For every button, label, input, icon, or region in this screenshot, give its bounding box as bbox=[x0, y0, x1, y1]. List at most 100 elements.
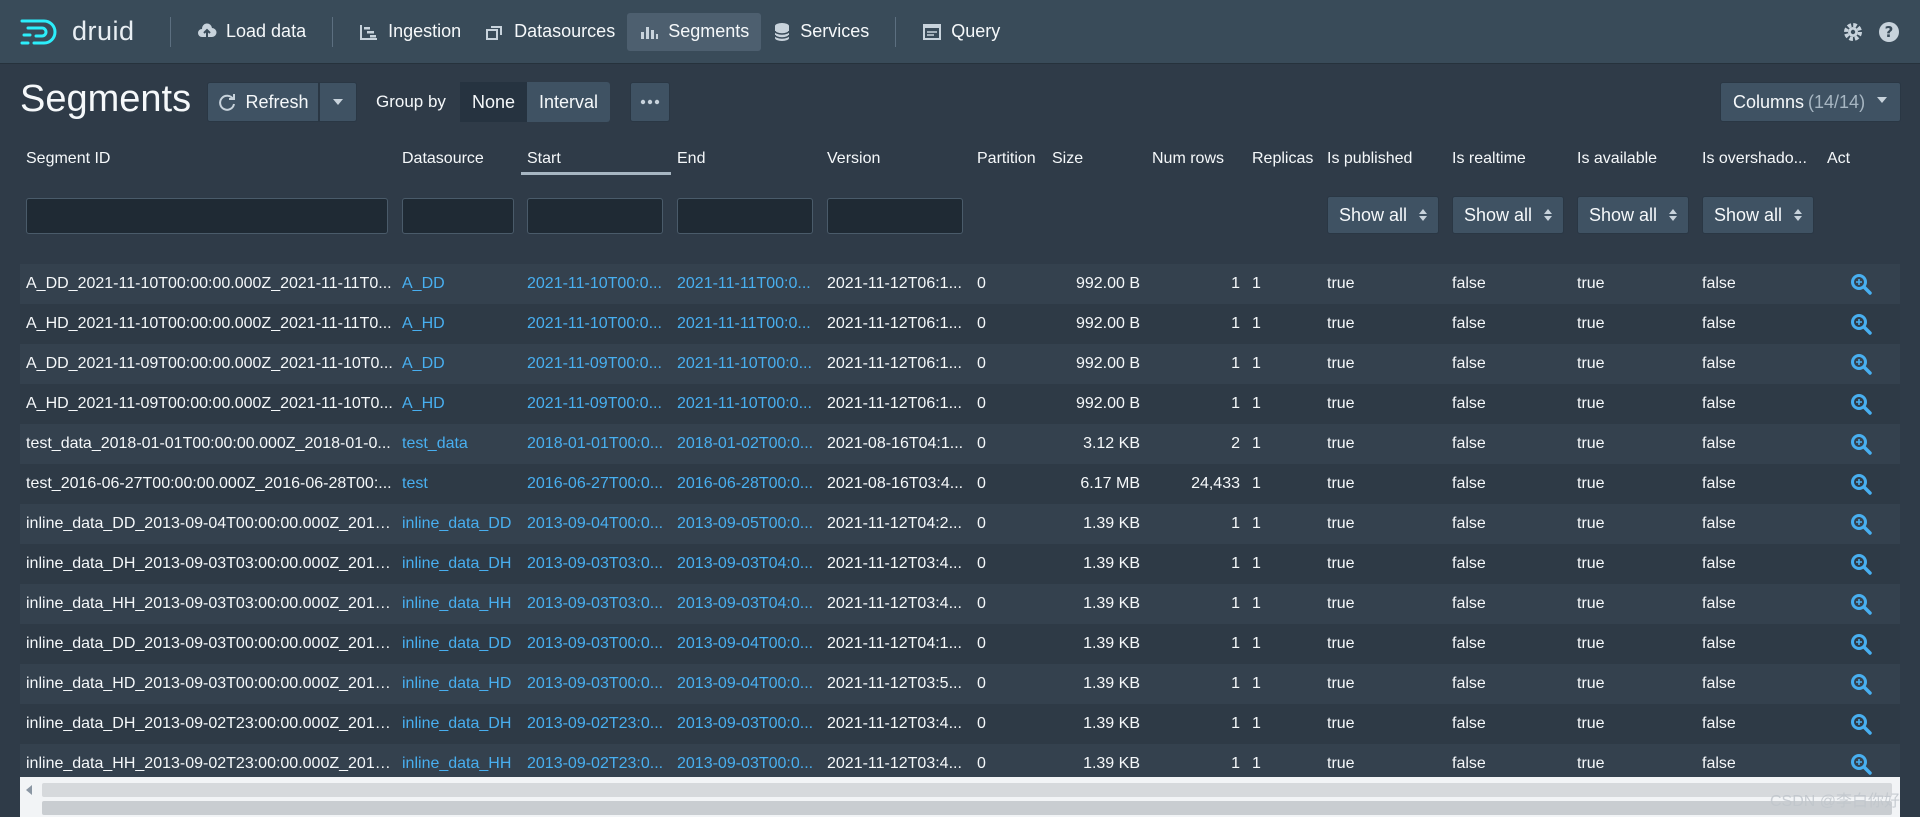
scrollbar-track[interactable] bbox=[42, 801, 1892, 815]
search-magnify-icon[interactable] bbox=[1850, 273, 1872, 295]
search-magnify-icon[interactable] bbox=[1850, 673, 1872, 695]
cell-start[interactable]: 2018-01-01T00:0... bbox=[521, 424, 671, 464]
cell-datasource[interactable]: A_DD bbox=[396, 264, 521, 304]
row-action-cell bbox=[1821, 464, 1900, 504]
cell-start[interactable]: 2021-11-10T00:0... bbox=[521, 264, 671, 304]
nav-datasources[interactable]: Datasources bbox=[473, 13, 627, 51]
search-magnify-icon[interactable] bbox=[1850, 633, 1872, 655]
cell-end[interactable]: 2018-01-02T00:0... bbox=[671, 424, 821, 464]
cell-start[interactable]: 2013-09-02T23:0... bbox=[521, 704, 671, 744]
cell-start[interactable]: 2021-11-09T00:0... bbox=[521, 384, 671, 424]
column-header-is-published[interactable]: Is published bbox=[1321, 140, 1446, 178]
cell-start[interactable]: 2013-09-03T00:0... bbox=[521, 624, 671, 664]
filter-select-is-realtime[interactable]: Show all bbox=[1452, 196, 1564, 234]
column-header-is-realtime[interactable]: Is realtime bbox=[1446, 140, 1571, 178]
cell-start[interactable]: 2021-11-09T00:0... bbox=[521, 344, 671, 384]
column-header-num-rows[interactable]: Num rows bbox=[1146, 140, 1246, 178]
cell-start[interactable]: 2016-06-27T00:0... bbox=[521, 464, 671, 504]
cell-end[interactable]: 2021-11-10T00:0... bbox=[671, 344, 821, 384]
cell-end[interactable]: 2021-11-11T00:0... bbox=[671, 264, 821, 304]
filter-select-is-overshadowed[interactable]: Show all bbox=[1702, 196, 1814, 234]
brand[interactable]: druid bbox=[20, 16, 156, 47]
nav-query[interactable]: Query bbox=[910, 13, 1012, 51]
cell-start[interactable]: 2013-09-02T23:0... bbox=[521, 744, 671, 777]
column-header-datasource[interactable]: Datasource bbox=[396, 140, 521, 178]
cell-end[interactable]: 2016-06-28T00:0... bbox=[671, 464, 821, 504]
column-header-segment-id[interactable]: Segment ID bbox=[20, 140, 396, 178]
column-header-is-available[interactable]: Is available bbox=[1571, 140, 1696, 178]
group-by-none[interactable]: None bbox=[460, 82, 528, 122]
refresh-button[interactable]: Refresh bbox=[207, 82, 319, 122]
cell-end[interactable]: 2021-11-11T00:0... bbox=[671, 304, 821, 344]
column-header-actions[interactable]: Act bbox=[1821, 140, 1900, 178]
filter-input-start[interactable] bbox=[527, 198, 663, 234]
search-magnify-icon[interactable] bbox=[1850, 313, 1872, 335]
scroll-left-arrow-icon[interactable] bbox=[26, 785, 32, 795]
cell-partition: 0 bbox=[977, 715, 986, 732]
nav-segments[interactable]: Segments bbox=[627, 12, 762, 51]
filter-select-is-available[interactable]: Show all bbox=[1577, 196, 1689, 234]
cell-end[interactable]: 2013-09-03T00:0... bbox=[671, 704, 821, 744]
nav-right-tools: ? bbox=[1842, 0, 1900, 64]
cell-datasource[interactable]: A_DD bbox=[396, 344, 521, 384]
column-header-start[interactable]: Start bbox=[521, 140, 671, 175]
search-magnify-icon[interactable] bbox=[1850, 353, 1872, 375]
cell-datasource[interactable]: inline_data_DH bbox=[396, 704, 521, 744]
help-icon[interactable]: ? bbox=[1878, 21, 1900, 43]
cell-end[interactable]: 2013-09-04T00:0... bbox=[671, 624, 821, 664]
search-magnify-icon[interactable] bbox=[1850, 553, 1872, 575]
cell-end[interactable]: 2013-09-04T00:0... bbox=[671, 664, 821, 704]
cell-start[interactable]: 2013-09-03T03:0... bbox=[521, 584, 671, 624]
cell-replicas: 1 bbox=[1252, 755, 1261, 772]
cell-datasource[interactable]: inline_data_HD bbox=[396, 664, 521, 704]
column-header-size[interactable]: Size bbox=[1046, 140, 1146, 178]
filter-input-version[interactable] bbox=[827, 198, 963, 234]
cell-start[interactable]: 2013-09-03T03:0... bbox=[521, 544, 671, 584]
cell-end[interactable]: 2013-09-03T00:0... bbox=[671, 744, 821, 777]
cell-start[interactable]: 2013-09-03T00:0... bbox=[521, 664, 671, 704]
group-by-interval[interactable]: Interval bbox=[527, 82, 611, 122]
search-magnify-icon[interactable] bbox=[1850, 513, 1872, 535]
column-header-version[interactable]: Version bbox=[821, 140, 971, 178]
table-row: A_DD_2021-11-09T00:00:00.000Z_2021-11-10… bbox=[20, 344, 1900, 384]
cell-datasource[interactable]: inline_data_DH bbox=[396, 544, 521, 584]
cell-datasource[interactable]: inline_data_HH bbox=[396, 584, 521, 624]
nav-ingestion[interactable]: Ingestion bbox=[347, 13, 473, 51]
search-magnify-icon[interactable] bbox=[1850, 393, 1872, 415]
cell-start[interactable]: 2013-09-04T00:0... bbox=[521, 504, 671, 544]
cell-start[interactable]: 2021-11-10T00:0... bbox=[521, 304, 671, 344]
nav-load-data[interactable]: Load data bbox=[185, 13, 318, 51]
column-header-replicas[interactable]: Replicas bbox=[1246, 140, 1321, 178]
nav-services[interactable]: Services bbox=[761, 13, 881, 51]
cell-datasource[interactable]: A_HD bbox=[396, 384, 521, 424]
cell-end[interactable]: 2013-09-03T04:0... bbox=[671, 584, 821, 624]
cell-datasource[interactable]: test bbox=[396, 464, 521, 504]
refresh-options-dropdown[interactable] bbox=[319, 82, 357, 122]
search-magnify-icon[interactable] bbox=[1850, 593, 1872, 615]
filter-input-segment-id[interactable] bbox=[26, 198, 388, 234]
column-header-is-overshadowed[interactable]: Is overshado... bbox=[1696, 140, 1821, 178]
search-magnify-icon[interactable] bbox=[1850, 713, 1872, 735]
search-magnify-icon[interactable] bbox=[1850, 753, 1872, 775]
cell-version: 2021-11-12T06:1... bbox=[827, 395, 962, 412]
search-magnify-icon[interactable] bbox=[1850, 433, 1872, 455]
search-magnify-icon[interactable] bbox=[1850, 473, 1872, 495]
filter-input-end[interactable] bbox=[677, 198, 813, 234]
cell-datasource[interactable]: inline_data_DD bbox=[396, 624, 521, 664]
horizontal-scrollbar[interactable] bbox=[20, 777, 1900, 817]
cell-datasource[interactable]: inline_data_DD bbox=[396, 504, 521, 544]
columns-picker-button[interactable]: Columns (14/14) bbox=[1720, 82, 1901, 122]
column-header-end[interactable]: End bbox=[671, 140, 821, 178]
more-options-button[interactable] bbox=[630, 82, 670, 122]
cell-end[interactable]: 2013-09-05T00:0... bbox=[671, 504, 821, 544]
cell-end[interactable]: 2013-09-03T04:0... bbox=[671, 544, 821, 584]
filter-input-datasource[interactable] bbox=[402, 198, 514, 234]
scrollbar-thumb[interactable] bbox=[42, 783, 1892, 797]
cell-datasource[interactable]: A_HD bbox=[396, 304, 521, 344]
cell-datasource[interactable]: inline_data_HH bbox=[396, 744, 521, 777]
filter-select-is-published[interactable]: Show all bbox=[1327, 196, 1439, 234]
cell-end[interactable]: 2021-11-10T00:0... bbox=[671, 384, 821, 424]
gear-icon[interactable] bbox=[1842, 21, 1864, 43]
column-header-partition[interactable]: Partition bbox=[971, 140, 1046, 178]
cell-datasource[interactable]: test_data bbox=[396, 424, 521, 464]
